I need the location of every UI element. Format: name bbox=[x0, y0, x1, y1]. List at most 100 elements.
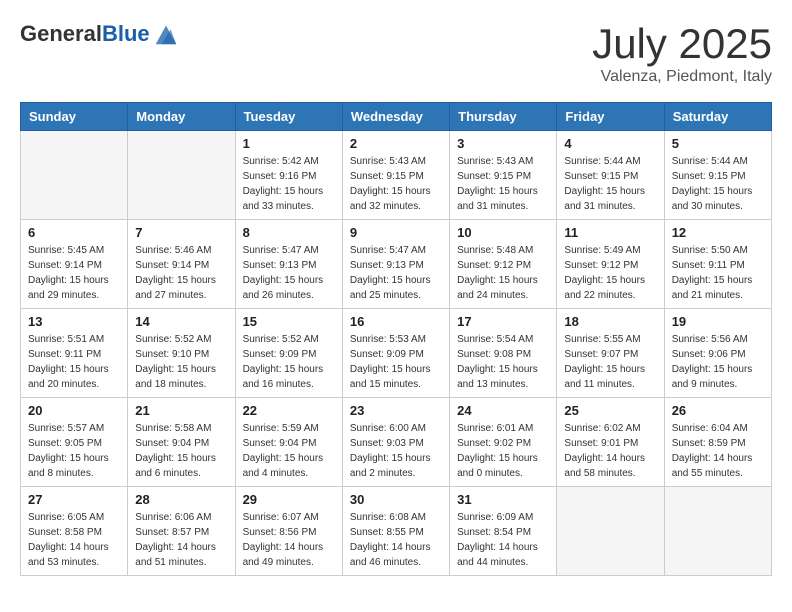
sunset: Sunset: 8:56 PM bbox=[243, 527, 317, 538]
day-number: 15 bbox=[243, 314, 335, 329]
sunrise: Sunrise: 5:58 AM bbox=[135, 423, 211, 434]
sunrise: Sunrise: 5:53 AM bbox=[350, 334, 426, 345]
sunrise: Sunrise: 6:06 AM bbox=[135, 512, 211, 523]
calendar-week-row: 6 Sunrise: 5:45 AM Sunset: 9:14 PM Dayli… bbox=[21, 220, 772, 309]
day-info: Sunrise: 6:07 AM Sunset: 8:56 PM Dayligh… bbox=[243, 510, 335, 570]
calendar-day-cell: 31 Sunrise: 6:09 AM Sunset: 8:54 PM Dayl… bbox=[450, 487, 557, 576]
sunset: Sunset: 9:12 PM bbox=[457, 260, 531, 271]
day-number: 3 bbox=[457, 136, 549, 151]
weekday-header: Tuesday bbox=[235, 103, 342, 131]
sunrise: Sunrise: 5:57 AM bbox=[28, 423, 104, 434]
sunrise: Sunrise: 5:56 AM bbox=[672, 334, 748, 345]
daylight: Daylight: 15 hours and 25 minutes. bbox=[350, 275, 431, 301]
sunset: Sunset: 9:12 PM bbox=[564, 260, 638, 271]
day-number: 1 bbox=[243, 136, 335, 151]
calendar-day-cell bbox=[664, 487, 771, 576]
sunrise: Sunrise: 5:50 AM bbox=[672, 245, 748, 256]
calendar-day-cell: 1 Sunrise: 5:42 AM Sunset: 9:16 PM Dayli… bbox=[235, 131, 342, 220]
calendar-day-cell: 12 Sunrise: 5:50 AM Sunset: 9:11 PM Dayl… bbox=[664, 220, 771, 309]
calendar-header-row: SundayMondayTuesdayWednesdayThursdayFrid… bbox=[21, 103, 772, 131]
day-info: Sunrise: 5:43 AM Sunset: 9:15 PM Dayligh… bbox=[350, 154, 442, 214]
sunrise: Sunrise: 5:54 AM bbox=[457, 334, 533, 345]
day-number: 31 bbox=[457, 492, 549, 507]
day-info: Sunrise: 6:06 AM Sunset: 8:57 PM Dayligh… bbox=[135, 510, 227, 570]
daylight: Daylight: 15 hours and 8 minutes. bbox=[28, 453, 109, 479]
calendar-week-row: 1 Sunrise: 5:42 AM Sunset: 9:16 PM Dayli… bbox=[21, 131, 772, 220]
day-number: 11 bbox=[564, 225, 656, 240]
calendar-day-cell: 4 Sunrise: 5:44 AM Sunset: 9:15 PM Dayli… bbox=[557, 131, 664, 220]
sunrise: Sunrise: 6:00 AM bbox=[350, 423, 426, 434]
calendar-week-row: 13 Sunrise: 5:51 AM Sunset: 9:11 PM Dayl… bbox=[21, 309, 772, 398]
daylight: Daylight: 15 hours and 33 minutes. bbox=[243, 186, 324, 212]
sunrise: Sunrise: 5:43 AM bbox=[457, 156, 533, 167]
calendar-day-cell: 13 Sunrise: 5:51 AM Sunset: 9:11 PM Dayl… bbox=[21, 309, 128, 398]
day-info: Sunrise: 6:01 AM Sunset: 9:02 PM Dayligh… bbox=[457, 421, 549, 481]
sunset: Sunset: 9:02 PM bbox=[457, 438, 531, 449]
sunset: Sunset: 9:15 PM bbox=[350, 171, 424, 182]
calendar-week-row: 20 Sunrise: 5:57 AM Sunset: 9:05 PM Dayl… bbox=[21, 398, 772, 487]
sunset: Sunset: 9:06 PM bbox=[672, 349, 746, 360]
day-number: 27 bbox=[28, 492, 120, 507]
day-number: 29 bbox=[243, 492, 335, 507]
sunset: Sunset: 9:04 PM bbox=[243, 438, 317, 449]
day-info: Sunrise: 5:47 AM Sunset: 9:13 PM Dayligh… bbox=[350, 243, 442, 303]
day-info: Sunrise: 5:59 AM Sunset: 9:04 PM Dayligh… bbox=[243, 421, 335, 481]
day-info: Sunrise: 5:55 AM Sunset: 9:07 PM Dayligh… bbox=[564, 332, 656, 392]
sunrise: Sunrise: 5:46 AM bbox=[135, 245, 211, 256]
daylight: Daylight: 15 hours and 20 minutes. bbox=[28, 364, 109, 390]
day-number: 21 bbox=[135, 403, 227, 418]
calendar-day-cell: 30 Sunrise: 6:08 AM Sunset: 8:55 PM Dayl… bbox=[342, 487, 449, 576]
daylight: Daylight: 15 hours and 0 minutes. bbox=[457, 453, 538, 479]
calendar-day-cell: 27 Sunrise: 6:05 AM Sunset: 8:58 PM Dayl… bbox=[21, 487, 128, 576]
calendar-table: SundayMondayTuesdayWednesdayThursdayFrid… bbox=[20, 102, 772, 576]
calendar-day-cell: 22 Sunrise: 5:59 AM Sunset: 9:04 PM Dayl… bbox=[235, 398, 342, 487]
day-info: Sunrise: 5:45 AM Sunset: 9:14 PM Dayligh… bbox=[28, 243, 120, 303]
calendar-day-cell: 15 Sunrise: 5:52 AM Sunset: 9:09 PM Dayl… bbox=[235, 309, 342, 398]
sunset: Sunset: 8:57 PM bbox=[135, 527, 209, 538]
day-info: Sunrise: 5:52 AM Sunset: 9:10 PM Dayligh… bbox=[135, 332, 227, 392]
daylight: Daylight: 14 hours and 44 minutes. bbox=[457, 542, 538, 568]
day-number: 16 bbox=[350, 314, 442, 329]
daylight: Daylight: 15 hours and 9 minutes. bbox=[672, 364, 753, 390]
day-info: Sunrise: 6:04 AM Sunset: 8:59 PM Dayligh… bbox=[672, 421, 764, 481]
calendar-day-cell: 14 Sunrise: 5:52 AM Sunset: 9:10 PM Dayl… bbox=[128, 309, 235, 398]
calendar-day-cell: 24 Sunrise: 6:01 AM Sunset: 9:02 PM Dayl… bbox=[450, 398, 557, 487]
sunset: Sunset: 9:14 PM bbox=[135, 260, 209, 271]
sunset: Sunset: 9:13 PM bbox=[243, 260, 317, 271]
day-number: 13 bbox=[28, 314, 120, 329]
calendar-day-cell: 28 Sunrise: 6:06 AM Sunset: 8:57 PM Dayl… bbox=[128, 487, 235, 576]
day-number: 30 bbox=[350, 492, 442, 507]
calendar-day-cell: 18 Sunrise: 5:55 AM Sunset: 9:07 PM Dayl… bbox=[557, 309, 664, 398]
weekday-header: Thursday bbox=[450, 103, 557, 131]
day-info: Sunrise: 6:05 AM Sunset: 8:58 PM Dayligh… bbox=[28, 510, 120, 570]
sunset: Sunset: 9:08 PM bbox=[457, 349, 531, 360]
sunrise: Sunrise: 6:07 AM bbox=[243, 512, 319, 523]
daylight: Daylight: 15 hours and 31 minutes. bbox=[457, 186, 538, 212]
daylight: Daylight: 15 hours and 22 minutes. bbox=[564, 275, 645, 301]
day-number: 23 bbox=[350, 403, 442, 418]
day-number: 6 bbox=[28, 225, 120, 240]
daylight: Daylight: 15 hours and 18 minutes. bbox=[135, 364, 216, 390]
sunrise: Sunrise: 5:47 AM bbox=[350, 245, 426, 256]
daylight: Daylight: 15 hours and 16 minutes. bbox=[243, 364, 324, 390]
calendar-week-row: 27 Sunrise: 6:05 AM Sunset: 8:58 PM Dayl… bbox=[21, 487, 772, 576]
page-header: GeneralBlue July 2025 Valenza, Piedmont,… bbox=[20, 20, 772, 86]
daylight: Daylight: 15 hours and 4 minutes. bbox=[243, 453, 324, 479]
weekday-header: Saturday bbox=[664, 103, 771, 131]
day-info: Sunrise: 5:54 AM Sunset: 9:08 PM Dayligh… bbox=[457, 332, 549, 392]
day-info: Sunrise: 5:53 AM Sunset: 9:09 PM Dayligh… bbox=[350, 332, 442, 392]
day-number: 26 bbox=[672, 403, 764, 418]
calendar-day-cell: 9 Sunrise: 5:47 AM Sunset: 9:13 PM Dayli… bbox=[342, 220, 449, 309]
sunset: Sunset: 9:11 PM bbox=[28, 349, 101, 360]
day-info: Sunrise: 5:50 AM Sunset: 9:11 PM Dayligh… bbox=[672, 243, 764, 303]
calendar-day-cell: 29 Sunrise: 6:07 AM Sunset: 8:56 PM Dayl… bbox=[235, 487, 342, 576]
day-number: 8 bbox=[243, 225, 335, 240]
day-info: Sunrise: 6:00 AM Sunset: 9:03 PM Dayligh… bbox=[350, 421, 442, 481]
calendar-day-cell bbox=[21, 131, 128, 220]
daylight: Daylight: 15 hours and 31 minutes. bbox=[564, 186, 645, 212]
sunset: Sunset: 9:14 PM bbox=[28, 260, 102, 271]
day-info: Sunrise: 6:02 AM Sunset: 9:01 PM Dayligh… bbox=[564, 421, 656, 481]
day-info: Sunrise: 5:52 AM Sunset: 9:09 PM Dayligh… bbox=[243, 332, 335, 392]
day-info: Sunrise: 5:56 AM Sunset: 9:06 PM Dayligh… bbox=[672, 332, 764, 392]
weekday-header: Sunday bbox=[21, 103, 128, 131]
